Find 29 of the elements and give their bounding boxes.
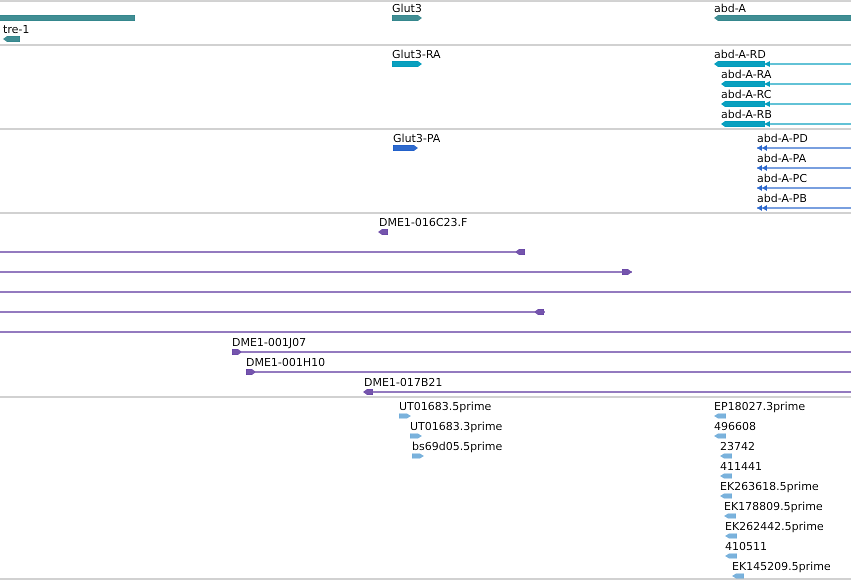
feature-label: EK145209.5prime: [732, 560, 831, 573]
feature-label: DME1-016C23.F: [379, 216, 468, 229]
feature-label: tre-1: [3, 23, 30, 36]
feature-label: Glut3-PA: [393, 132, 440, 145]
feature-label: abd-A-PB: [757, 192, 807, 205]
feature-label: abd-A-RA: [721, 68, 772, 81]
feature-label: EK262442.5prime: [725, 520, 824, 533]
feature-label: 496608: [714, 420, 756, 433]
feature-label: DME1-001J07: [232, 336, 306, 349]
feature-label: EP18027.3prime: [714, 400, 806, 413]
feature-label: DME1-017B21: [364, 376, 442, 389]
feature-label: abd-A-PD: [757, 132, 808, 145]
feature-label: abd-A-RD: [714, 48, 766, 61]
feature-label: abd-A-PA: [757, 152, 806, 165]
feature-label: bs69d05.5prime: [412, 440, 502, 453]
feature-label: Glut3: [392, 2, 422, 15]
feature-label: 411441: [720, 460, 762, 473]
feature-label: abd-A-RB: [721, 108, 772, 121]
feature-label: EK178809.5prime: [724, 500, 823, 513]
feature-label: abd-A-RC: [721, 88, 772, 101]
feature-label: UT01683.5prime: [399, 400, 492, 413]
feature-label: EK263618.5prime: [720, 480, 819, 493]
feature-label: abd-A: [714, 2, 746, 15]
feature-label: 23742: [720, 440, 755, 453]
feature-label: UT01683.3prime: [410, 420, 502, 433]
feature-label: DME1-001H10: [246, 356, 326, 369]
feature-label: 410511: [725, 540, 767, 553]
feature-label: Glut3-RA: [392, 48, 441, 61]
feature-label: abd-A-PC: [757, 172, 807, 185]
